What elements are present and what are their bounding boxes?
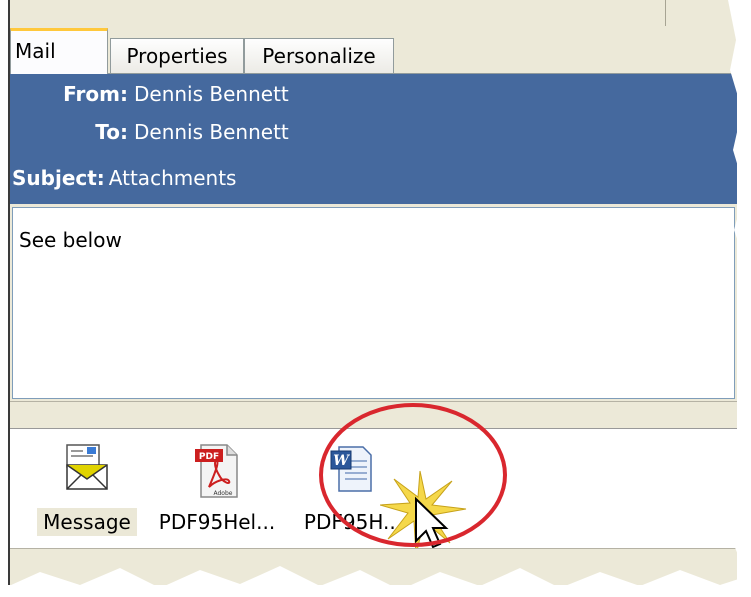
- screenshot-frame: Mail Properties Personalize From: Dennis …: [0, 0, 751, 597]
- tab-mail[interactable]: Mail: [10, 28, 108, 74]
- torn-edge-decoration: [0, 0, 751, 597]
